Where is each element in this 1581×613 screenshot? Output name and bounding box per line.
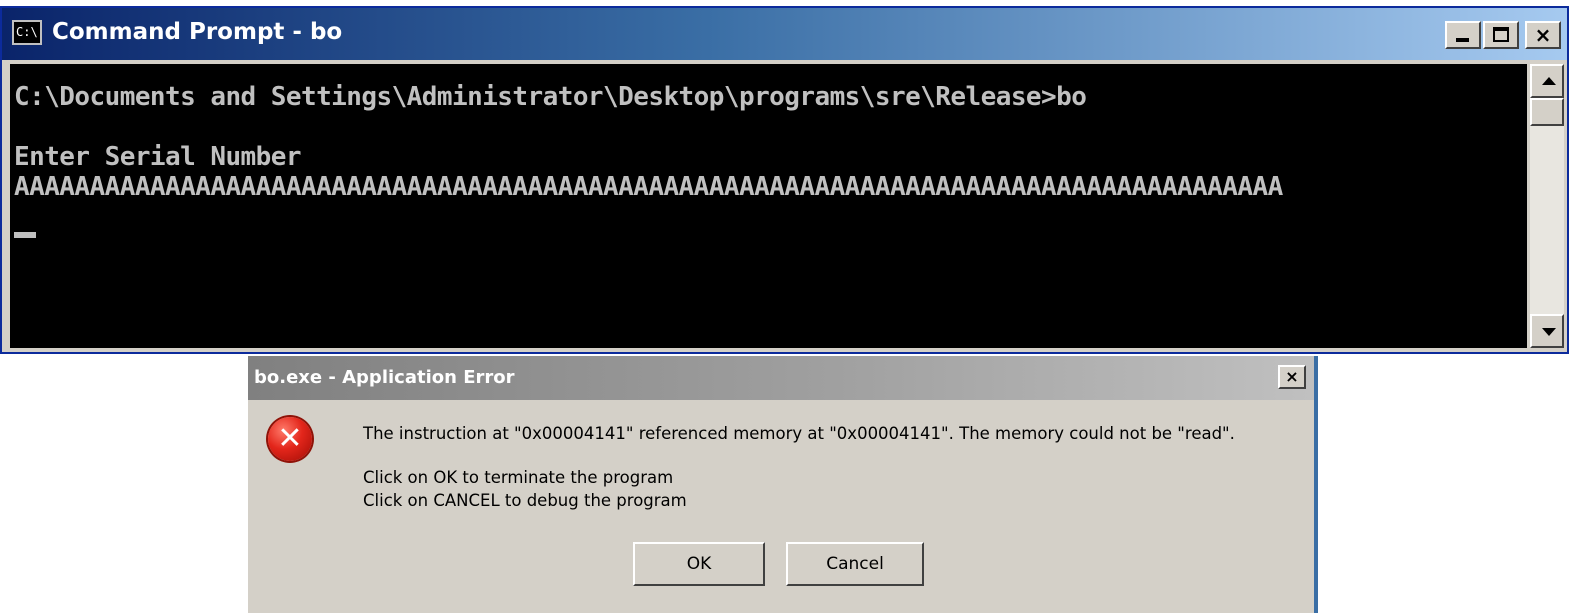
close-button[interactable]: ×	[1525, 21, 1561, 49]
vertical-scrollbar[interactable]	[1530, 64, 1564, 348]
dialog-title: bo.exe - Application Error	[254, 367, 515, 388]
minimize-button[interactable]	[1445, 21, 1481, 49]
cmd-title-bar[interactable]: C:\ Command Prompt - bo ×	[2, 8, 1567, 60]
arrow-up-icon	[1542, 77, 1556, 85]
cmd-window-title: Command Prompt - bo	[52, 19, 343, 45]
maximize-icon	[1493, 27, 1509, 42]
scroll-down-button[interactable]	[1530, 314, 1564, 348]
application-error-dialog: bo.exe - Application Error × ✕ The instr…	[246, 356, 1318, 613]
arrow-down-icon	[1542, 328, 1556, 336]
console-line-enter-serial: Enter Serial Number	[14, 142, 302, 172]
command-prompt-icon[interactable]: C:\	[12, 20, 42, 45]
dialog-title-bar[interactable]: bo.exe - Application Error ×	[248, 356, 1314, 400]
command-prompt-window: C:\ Command Prompt - bo × C:\Documents a…	[0, 6, 1569, 354]
ok-instruction: Click on OK to terminate the program	[363, 468, 674, 487]
console-line-serial-input: AAAAAAAAAAAAAAAAAAAAAAAAAAAAAAAAAAAAAAAA…	[14, 172, 1283, 202]
error-message: The instruction at "0x00004141" referenc…	[363, 424, 1235, 443]
scroll-up-button[interactable]	[1530, 64, 1564, 98]
scrollbar-thumb[interactable]	[1530, 98, 1564, 126]
console-output[interactable]: C:\Documents and Settings\Administrator\…	[10, 64, 1527, 348]
close-icon: ×	[1285, 367, 1299, 386]
console-line-prompt: C:\Documents and Settings\Administrator\…	[14, 82, 1087, 112]
cancel-instruction: Click on CANCEL to debug the program	[363, 491, 687, 510]
text-cursor	[14, 232, 36, 238]
ok-button[interactable]: OK	[633, 542, 765, 586]
close-icon: ×	[1534, 23, 1552, 47]
cancel-button[interactable]: Cancel	[786, 542, 924, 586]
window-controls: ×	[1445, 21, 1561, 49]
dialog-close-button[interactable]: ×	[1278, 365, 1306, 389]
minimize-icon	[1456, 38, 1469, 42]
maximize-button[interactable]	[1483, 21, 1519, 49]
error-x-icon: ✕	[277, 421, 303, 456]
error-icon: ✕	[268, 417, 312, 461]
